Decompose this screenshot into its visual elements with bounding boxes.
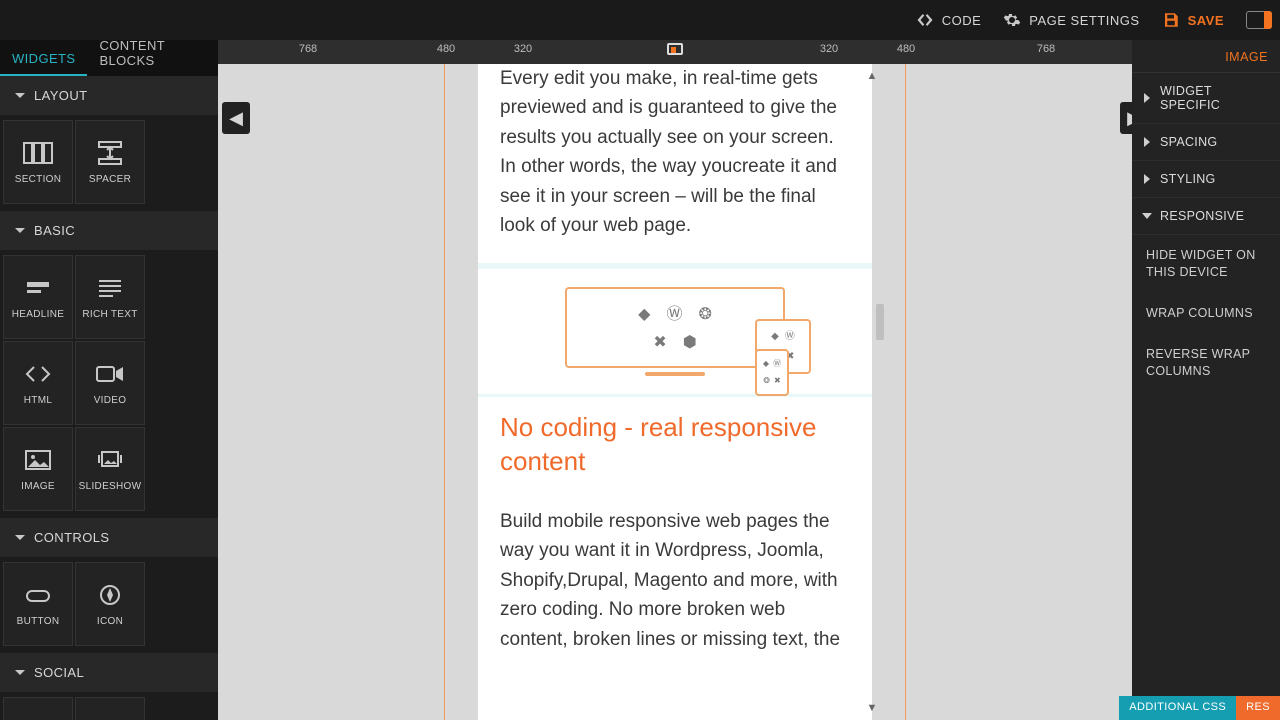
widget-spacer[interactable]: SPACER (75, 120, 145, 204)
code-label: CODE (942, 13, 982, 28)
page-frame[interactable]: ▲ ▼ Every edit you make, in real-time ge… (478, 64, 872, 720)
headline-icon (23, 275, 53, 301)
monitor-icon: ◆Ⓦ❂ ✖⬢ ◆Ⓦ ❂✖ ◆Ⓦ ❂✖ (565, 287, 785, 369)
save-button[interactable]: SAVE (1162, 11, 1224, 29)
chevron-down-icon (14, 225, 26, 237)
cms-icons-row: ◆Ⓦ❂ (577, 303, 773, 328)
columns-icon (23, 140, 53, 166)
save-label: SAVE (1188, 13, 1224, 28)
section-header-controls[interactable]: CONTROLS (0, 518, 218, 557)
footer-bar: ADDITIONAL CSS RES (1119, 696, 1280, 720)
section-header-basic[interactable]: BASIC (0, 211, 218, 250)
panel-row-spacing[interactable]: SPACING (1132, 124, 1280, 161)
section-separator (478, 263, 872, 269)
widget-image[interactable]: IMAGE (3, 427, 73, 511)
option-reverse-wrap[interactable]: REVERSE WRAP COLUMNS (1132, 334, 1280, 392)
panel-toggle[interactable] (1246, 11, 1272, 29)
properties-panel: IMAGE WIDGET SPECIFIC SPACING STYLING RE… (1132, 40, 1280, 720)
section-title: LAYOUT (34, 88, 87, 103)
ruler-mark: 320 (514, 43, 532, 55)
properties-tab-image[interactable]: IMAGE (1132, 40, 1280, 73)
option-hide-widget[interactable]: HIDE WIDGET ON THIS DEVICE (1132, 235, 1280, 293)
tab-content-blocks[interactable]: CONTENT BLOCKS (87, 28, 218, 76)
panel-collapse-right[interactable]: ▶ (1120, 102, 1132, 134)
chevron-down-icon (14, 667, 26, 679)
left-tab-bar: WIDGETS CONTENT BLOCKS (0, 40, 218, 76)
chevron-down-icon (1142, 211, 1152, 221)
page-settings-label: PAGE SETTINGS (1029, 13, 1139, 28)
device-indicator-icon[interactable] (667, 43, 683, 55)
chevron-down-icon (14, 90, 26, 102)
widget-icon[interactable]: ICON (75, 562, 145, 646)
breakpoint-ruler: 768 480 320 320 480 768 (218, 40, 1132, 64)
scrollbar-thumb[interactable] (876, 304, 884, 340)
phone-icon: ◆Ⓦ ❂✖ (755, 349, 789, 396)
like-icon (23, 717, 53, 720)
richtext-icon (95, 275, 125, 301)
page-content: Every edit you make, in real-time gets p… (478, 64, 872, 716)
slideshow-icon (95, 447, 125, 473)
widget-comment[interactable]: COMMENT (75, 697, 145, 720)
option-wrap-columns[interactable]: WRAP COLUMNS (1132, 293, 1280, 334)
controls-tiles: BUTTON ICON (0, 557, 218, 653)
section-header-layout[interactable]: LAYOUT (0, 76, 218, 115)
breakpoint-guide-left (444, 64, 445, 720)
ruler-mark: 480 (437, 43, 455, 55)
spacer-icon (95, 140, 125, 166)
tab-widgets[interactable]: WIDGETS (0, 41, 87, 76)
canvas-stage: ◀ ▶ ▲ ▼ Every edit you make, in real-tim… (218, 64, 1132, 720)
video-icon (95, 361, 125, 387)
section-header-social[interactable]: SOCIAL (0, 653, 218, 692)
ruler-mark: 480 (897, 43, 915, 55)
scroll-up[interactable]: ▲ (862, 70, 882, 82)
widget-like[interactable]: LIKE (3, 697, 73, 720)
panel-row-styling[interactable]: STYLING (1132, 161, 1280, 198)
compass-icon (95, 582, 125, 608)
ruler-mark: 768 (299, 43, 317, 55)
chevron-right-icon (1142, 137, 1152, 147)
button-icon (23, 582, 53, 608)
panel-row-widget-specific[interactable]: WIDGET SPECIFIC (1132, 73, 1280, 124)
page-settings-button[interactable]: PAGE SETTINGS (1003, 11, 1139, 29)
chevron-down-icon (14, 532, 26, 544)
comment-icon (95, 717, 125, 720)
section-title: CONTROLS (34, 530, 109, 545)
responsive-devices-illustration: ◆Ⓦ❂ ✖⬢ ◆Ⓦ ❂✖ ◆Ⓦ ❂✖ (565, 287, 785, 377)
thin-separator (478, 394, 872, 397)
intro-paragraph: Every edit you make, in real-time gets p… (500, 64, 850, 241)
panel-collapse-left[interactable]: ◀ (222, 102, 250, 134)
image-icon (23, 447, 53, 473)
widget-html[interactable]: HTML (3, 341, 73, 425)
widget-headline[interactable]: HEADLINE (3, 255, 73, 339)
chevron-right-icon (1142, 93, 1152, 103)
section-title: SOCIAL (34, 665, 84, 680)
save-icon (1162, 11, 1180, 29)
widgets-sidebar: LAYOUT SECTION SPACER BASIC HEADLINE RIC… (0, 76, 218, 720)
social-tiles: LIKE COMMENT (0, 692, 218, 720)
reset-button[interactable]: RES (1236, 696, 1280, 720)
layout-tiles: SECTION SPACER (0, 115, 218, 211)
body-paragraph: Build mobile responsive web pages the wa… (500, 507, 850, 654)
ruler-mark: 768 (1037, 43, 1055, 55)
widget-slideshow[interactable]: SLIDESHOW (75, 427, 145, 511)
basic-tiles: HEADLINE RICH TEXT HTML VIDEO IMAGE SLID… (0, 250, 218, 518)
cms-icons-row: ✖⬢ (577, 331, 773, 356)
breakpoint-guide-right (905, 64, 906, 720)
code-button[interactable]: CODE (916, 11, 982, 29)
scroll-down[interactable]: ▼ (862, 702, 882, 714)
widget-button[interactable]: BUTTON (3, 562, 73, 646)
section-heading: No coding - real responsive content (500, 411, 850, 479)
ruler-mark: 320 (820, 43, 838, 55)
widget-video[interactable]: VIDEO (75, 341, 145, 425)
code-icon (916, 11, 934, 29)
panel-row-responsive[interactable]: RESPONSIVE (1132, 198, 1280, 235)
widget-rich-text[interactable]: RICH TEXT (75, 255, 145, 339)
section-title: BASIC (34, 223, 75, 238)
widget-section[interactable]: SECTION (3, 120, 73, 204)
gear-icon (1003, 11, 1021, 29)
additional-css-button[interactable]: ADDITIONAL CSS (1119, 696, 1236, 720)
chevron-right-icon (1142, 174, 1152, 184)
html-icon (23, 361, 53, 387)
